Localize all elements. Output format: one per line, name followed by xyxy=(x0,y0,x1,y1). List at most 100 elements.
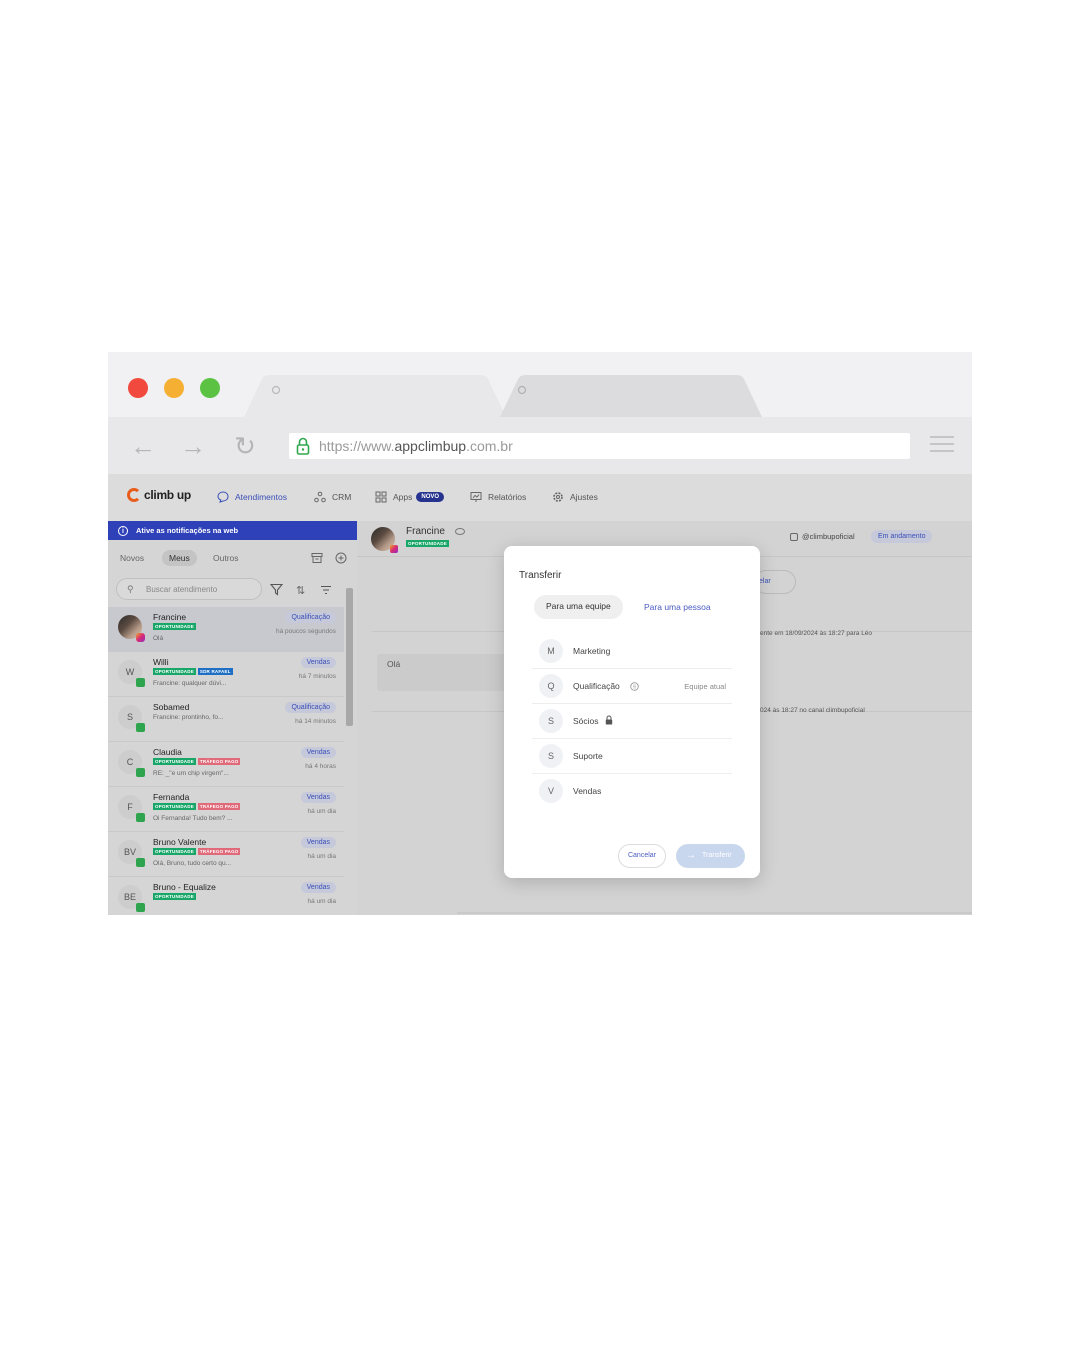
tab-novos[interactable]: Novos xyxy=(113,550,151,566)
conversation-item[interactable]: F Fernanda OPORTUNIDADE TRÁFEGO PAGO Oi Fern… xyxy=(108,787,344,832)
segment-to-team[interactable]: Para uma equipe xyxy=(534,595,623,619)
notification-banner[interactable]: i Ative as notificações na web xyxy=(108,521,357,540)
filter-funnel-icon[interactable] xyxy=(270,583,283,596)
cancel-button[interactable]: Cancelar xyxy=(618,844,666,868)
conversation-list-panel: i Ative as notificações na web Novos Meu… xyxy=(108,521,357,915)
search-row: ⚲ Buscar atendimento ⇅ xyxy=(108,576,357,604)
team-avatar: S xyxy=(539,744,563,768)
timestamp: há 4 horas xyxy=(305,763,336,770)
team-avatar: V xyxy=(539,779,563,803)
timestamp: há 7 minutos xyxy=(298,673,336,680)
system-message-1: ente em 18/09/2024 às 18:27 para Léo xyxy=(760,630,873,637)
nav-apps[interactable]: Apps NOVO xyxy=(375,491,445,503)
whatsapp-icon xyxy=(136,723,145,732)
team-option-socios[interactable]: S Sócios xyxy=(532,704,732,739)
contact-tag: OPORTUNIDADE xyxy=(153,623,196,630)
list-scrollbar[interactable] xyxy=(346,588,353,726)
timestamp: há um dia xyxy=(307,808,336,815)
nav-apps-label: Apps xyxy=(393,492,413,502)
status-badge[interactable]: Em andamento xyxy=(871,530,933,543)
contact-name: Francine xyxy=(406,526,445,537)
team-badge: Vendas xyxy=(300,837,336,848)
team-badge: Qualificação xyxy=(285,612,336,623)
last-message: Francine: prontinho, fo... xyxy=(153,714,224,721)
last-message: Olá, Bruno, tudo certo qu... xyxy=(153,860,232,867)
nav-crm-label: CRM xyxy=(332,492,352,502)
nav-atendimentos[interactable]: Atendimentos xyxy=(217,491,287,503)
logo-text: climb up xyxy=(144,488,191,502)
conversation-item[interactable]: C Claudia OPORTUNIDADE TRÁFEGO PAGO RE: _"e … xyxy=(108,742,344,787)
notification-text: Ative as notificações na web xyxy=(136,526,239,535)
browser-tab-1[interactable] xyxy=(244,375,506,417)
current-team-label: Equipe atual xyxy=(684,682,726,691)
contact-tag: TRÁFEGO PAGO xyxy=(197,848,241,855)
nav-relatorios[interactable]: Relatórios xyxy=(470,491,526,503)
info-icon: i xyxy=(118,525,128,536)
filter-tabs: Novos Meus Outros xyxy=(108,546,357,570)
lock-icon xyxy=(296,437,310,455)
minimize-window-dot[interactable] xyxy=(164,378,184,398)
team-name: Sócios xyxy=(573,716,599,726)
team-badge: Vendas xyxy=(300,657,336,668)
segment-to-person[interactable]: Para uma pessoa xyxy=(644,602,711,612)
conversation-item[interactable]: W Willi OPORTUNIDADE SDR RAFAEL Francine: qu… xyxy=(108,652,344,697)
tab-outros[interactable]: Outros xyxy=(206,550,246,566)
contact-tag: OPORTUNIDADE xyxy=(153,803,196,810)
team-avatar: M xyxy=(539,639,563,663)
filter-lines-icon[interactable] xyxy=(320,585,332,595)
search-input[interactable]: ⚲ Buscar atendimento xyxy=(116,578,262,600)
contact-tag: SDR RAFAEL xyxy=(197,668,233,675)
contact-name: Francine xyxy=(153,612,187,622)
tag-list: OPORTUNIDADE xyxy=(153,623,196,630)
conversation-item[interactable]: BE Bruno - Equalize OPORTUNIDADE Vendas há u… xyxy=(108,877,344,915)
whatsapp-icon xyxy=(136,678,145,687)
transfer-button[interactable]: → Transferir xyxy=(676,844,745,868)
team-option-qualificacao[interactable]: Q Qualificação Equipe atual xyxy=(532,669,732,704)
conversation-item[interactable]: Francine OPORTUNIDADE Olá Qualificação há po… xyxy=(108,607,344,652)
last-message: RE: _"e um chip virgem"... xyxy=(153,770,229,777)
conversation-item[interactable]: BV Bruno Valente OPORTUNIDADE TRÁFEGO PAGO O… xyxy=(108,832,344,877)
nav-ajustes[interactable]: Ajustes xyxy=(552,491,598,503)
search-icon: ⚲ xyxy=(127,584,134,594)
climbup-logo[interactable]: climb up xyxy=(127,488,191,502)
contact-name: Bruno - Equalize xyxy=(153,882,216,892)
eye-icon[interactable] xyxy=(455,528,465,535)
tab-strip xyxy=(108,352,972,417)
timestamp: há um dia xyxy=(307,853,336,860)
browser-tab-2[interactable] xyxy=(500,375,762,417)
nav-relatorios-label: Relatórios xyxy=(488,492,527,502)
team-option-vendas[interactable]: V Vendas xyxy=(532,774,732,809)
chat-bubble-icon xyxy=(217,491,229,503)
logo-mark-icon xyxy=(127,488,141,502)
instagram-outline-icon xyxy=(790,532,798,541)
forward-button[interactable]: → xyxy=(178,431,208,461)
sort-icon[interactable]: ⇅ xyxy=(296,584,305,597)
apps-grid-icon xyxy=(375,491,387,503)
transfer-modal: Transferir Para uma equipe Para uma pess… xyxy=(504,546,760,878)
whatsapp-icon xyxy=(136,768,145,777)
conversation-item[interactable]: S Sobamed Francine: prontinho, fo... Qualif… xyxy=(108,697,344,742)
browser-menu-icon[interactable] xyxy=(930,436,954,454)
team-badge: Vendas xyxy=(300,792,336,803)
tag-list: OPORTUNIDADE TRÁFEGO PAGO xyxy=(153,803,241,810)
archive-icon[interactable] xyxy=(311,552,323,564)
team-option-marketing[interactable]: M Marketing xyxy=(532,634,732,669)
info-circle-icon xyxy=(630,682,639,691)
nav-crm[interactable]: CRM xyxy=(314,491,351,503)
tab-meus[interactable]: Meus xyxy=(162,550,197,566)
contact-tag: TRÁFEGO PAGO xyxy=(197,758,241,765)
reload-button[interactable]: ↻ xyxy=(230,431,260,461)
close-window-dot[interactable] xyxy=(128,378,148,398)
maximize-window-dot[interactable] xyxy=(200,378,220,398)
partially-hidden-button[interactable]: elar xyxy=(754,570,796,594)
add-circle-icon[interactable] xyxy=(335,552,347,564)
contact-name: Fernanda xyxy=(153,792,190,802)
nav-atendimentos-label: Atendimentos xyxy=(235,492,287,502)
back-button[interactable]: ← xyxy=(128,431,158,461)
url-field[interactable]: https://www.appclimbup.com.br xyxy=(289,433,910,459)
team-badge: Vendas xyxy=(300,882,336,893)
gear-icon xyxy=(553,492,563,502)
system-message-2: 024 às 18:27 no canal climbupoficial xyxy=(760,707,865,714)
team-option-suporte[interactable]: S Suporte xyxy=(532,739,732,774)
tag-list: OPORTUNIDADE TRÁFEGO PAGO xyxy=(153,758,241,765)
